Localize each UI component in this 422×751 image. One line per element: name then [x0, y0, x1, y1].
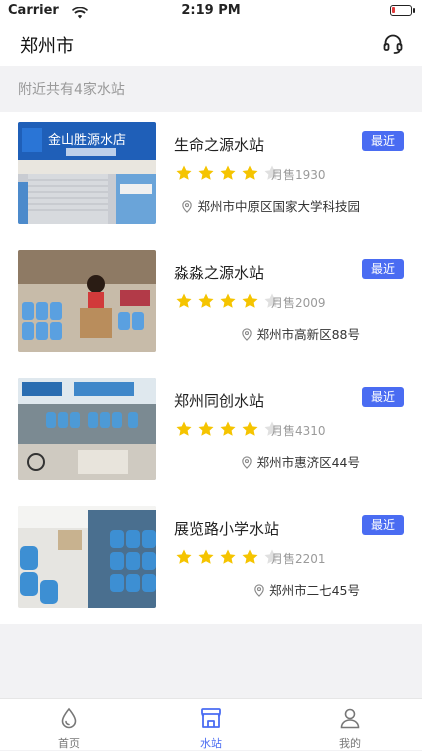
star-filled-icon	[198, 421, 214, 436]
station-photo: 金山胜源水店	[18, 122, 156, 224]
bottom-tab-bar: 首页 水站 我的	[0, 698, 422, 750]
star-filled-icon	[198, 165, 214, 180]
star-filled-icon	[220, 165, 236, 180]
station-item[interactable]: 展览路小学水站 最近 月售2201 郑州市二七45号	[0, 496, 422, 624]
station-photo	[18, 378, 156, 480]
star-filled-icon	[176, 165, 192, 180]
station-count-text: 附近共有4家水站	[18, 82, 125, 98]
station-name: 生命之源水站	[174, 136, 265, 154]
star-filled-icon	[242, 549, 258, 564]
monthly-sales: 月售4310	[271, 424, 326, 438]
battery-level	[392, 7, 395, 13]
station-photo	[18, 506, 156, 608]
station-item[interactable]: 郑州同创水站 最近 月售4310 郑州市惠济区44号	[0, 368, 422, 496]
star-filled-icon	[176, 421, 192, 436]
battery-icon	[390, 5, 415, 16]
nearest-badge: 最近	[362, 131, 404, 151]
rating-stars	[175, 292, 285, 310]
star-filled-icon	[198, 293, 214, 308]
station-address: 郑州市中原区国家大学科技园	[181, 196, 360, 215]
station-item[interactable]: 淼淼之源水站 最近 月售2009 郑州市高新区88号	[0, 240, 422, 368]
star-filled-icon	[220, 549, 236, 564]
location-pin-icon	[241, 328, 252, 341]
station-list: 金山胜源水店 生命之源水站 最近 月售1930 郑州市中原区国家大学科技园 淼淼…	[0, 112, 422, 624]
station-address: 郑州市高新区88号	[241, 324, 360, 343]
store-icon	[201, 708, 221, 728]
star-filled-icon	[176, 293, 192, 308]
monthly-sales: 月售2201	[271, 552, 326, 566]
headset-icon[interactable]	[382, 32, 404, 54]
tab-profile-label: 我的	[339, 737, 361, 750]
star-filled-icon	[242, 293, 258, 308]
nearest-badge: 最近	[362, 515, 404, 535]
star-filled-icon	[220, 293, 236, 308]
city-selector[interactable]: 郑州市	[20, 32, 74, 58]
star-filled-icon	[242, 165, 258, 180]
tab-profile[interactable]: 我的	[300, 699, 400, 751]
water-drop-icon	[61, 707, 77, 729]
tab-stations-label: 水站	[200, 737, 222, 750]
station-name: 淼淼之源水站	[174, 264, 265, 282]
status-bar: Carrier 2:19 PM	[0, 0, 422, 22]
star-filled-icon	[220, 421, 236, 436]
station-address: 郑州市惠济区44号	[241, 452, 360, 471]
rating-stars	[175, 164, 285, 182]
station-address: 郑州市二七45号	[253, 580, 360, 599]
nearest-badge: 最近	[362, 387, 404, 407]
star-filled-icon	[242, 421, 258, 436]
location-pin-icon	[254, 584, 264, 597]
status-time: 2:19 PM	[181, 3, 241, 18]
tab-home[interactable]: 首页	[19, 699, 119, 751]
station-item[interactable]: 金山胜源水店 生命之源水站 最近 月售1930 郑州市中原区国家大学科技园	[0, 112, 422, 240]
svg-text:金山胜源水店: 金山胜源水店	[48, 132, 126, 148]
station-address-text: 郑州市中原区国家大学科技园	[197, 199, 360, 214]
location-pin-icon	[241, 456, 252, 469]
monthly-sales: 月售2009	[271, 296, 326, 310]
station-address-text: 郑州市二七45号	[269, 583, 360, 598]
tab-home-label: 首页	[58, 737, 80, 750]
location-pin-icon	[182, 200, 193, 213]
user-icon	[340, 708, 360, 729]
station-count-bar: 附近共有4家水站	[0, 66, 422, 110]
star-filled-icon	[198, 549, 214, 564]
rating-stars	[175, 420, 285, 438]
nearest-badge: 最近	[362, 259, 404, 279]
monthly-sales: 月售1930	[271, 168, 326, 182]
station-address-text: 郑州市高新区88号	[256, 327, 360, 342]
station-photo	[18, 250, 156, 352]
star-filled-icon	[176, 549, 192, 564]
tab-stations[interactable]: 水站	[161, 699, 261, 751]
station-address-text: 郑州市惠济区44号	[256, 455, 360, 470]
top-navigation: 郑州市	[0, 22, 422, 66]
rating-stars	[175, 548, 285, 566]
station-name: 郑州同创水站	[174, 392, 265, 410]
station-name: 展览路小学水站	[174, 520, 280, 538]
